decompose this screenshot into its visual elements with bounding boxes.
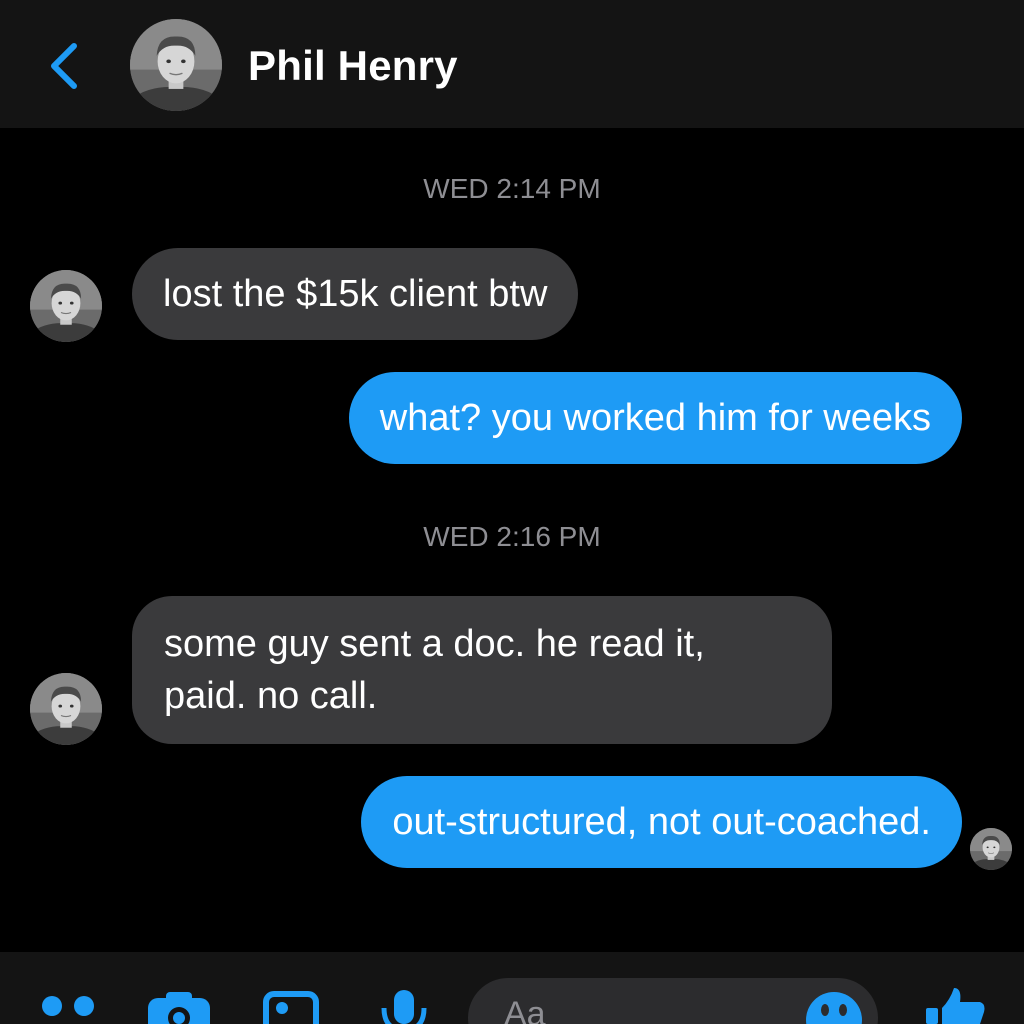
chat-screen: Phil Henry WED 2:14 PM lost the $15k cli… [0,0,1024,1024]
chevron-left-icon [51,43,77,89]
incoming-message[interactable]: lost the $15k client btw [132,248,579,340]
contact-avatar[interactable] [130,19,222,111]
message-timestamp: WED 2:16 PM [423,521,601,552]
thumbs-up-icon[interactable] [924,986,988,1024]
message-input[interactable] [504,994,784,1024]
microphone-icon[interactable] [380,990,428,1024]
contact-name[interactable]: Phil Henry [248,40,458,92]
back-button[interactable] [40,36,88,96]
conversation-header: Phil Henry [0,0,1024,128]
more-options-icon[interactable] [40,990,100,1024]
camera-icon[interactable] [146,990,214,1024]
incoming-message[interactable]: some guy sent a doc. he read it, paid. n… [132,596,832,744]
outgoing-message[interactable]: out-structured, not out-coached. [361,776,962,868]
message-timestamp: WED 2:14 PM [423,173,601,204]
read-receipt-avatar [970,828,1012,870]
gallery-icon[interactable] [262,990,322,1024]
emoji-icon[interactable] [804,988,864,1024]
sender-avatar[interactable] [30,673,102,745]
outgoing-message[interactable]: what? you worked him for weeks [348,372,962,464]
sender-avatar[interactable] [30,270,102,342]
